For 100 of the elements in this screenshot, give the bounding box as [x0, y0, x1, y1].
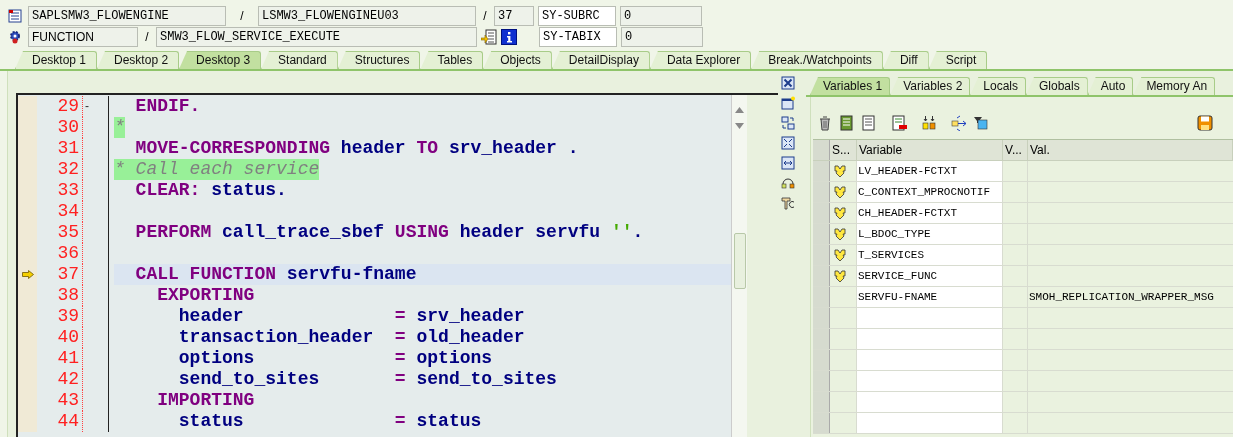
arrow-flag-icon: [834, 185, 846, 199]
line-number: 32: [37, 159, 83, 180]
line-number: 40: [37, 327, 83, 348]
arrow-flag-icon: [834, 164, 846, 178]
tab[interactable]: Desktop 2: [97, 51, 180, 69]
share-arrows-icon[interactable]: [951, 115, 967, 131]
tab[interactable]: Desktop 1: [15, 51, 98, 69]
tab[interactable]: Script: [928, 51, 988, 69]
line-number: 43: [37, 390, 83, 411]
tab[interactable]: Variables 2: [890, 77, 971, 95]
tab[interactable]: Tables: [420, 51, 484, 69]
program-icon[interactable]: [8, 9, 22, 23]
line-number: 41: [37, 348, 83, 369]
tab[interactable]: DetailDisplay: [551, 51, 650, 69]
tab[interactable]: Memory An: [1133, 77, 1216, 95]
tab[interactable]: Desktop 3: [179, 51, 262, 69]
table-cell: T_SERVICES: [857, 245, 1003, 265]
code-token: status.: [210, 180, 287, 201]
line-number: 44: [37, 411, 83, 432]
gear-icon[interactable]: [8, 30, 22, 44]
columns-icon[interactable]: [921, 115, 937, 131]
column-header[interactable]: V...: [1003, 140, 1028, 160]
table-cell: C_CONTEXT_MPROCNOTIF: [857, 182, 1003, 202]
info-icon[interactable]: [501, 29, 517, 45]
tab[interactable]: Standard: [261, 51, 338, 69]
line-number: 38: [37, 285, 83, 306]
code-token: ENDIF.: [134, 96, 201, 117]
code-token: status: [415, 411, 482, 432]
tab[interactable]: Auto: [1087, 77, 1134, 95]
column-header[interactable]: S...: [830, 140, 857, 160]
line-number: 36: [37, 243, 83, 264]
tab[interactable]: Break./Watchpoints: [751, 51, 883, 69]
tab[interactable]: Locals: [970, 77, 1026, 95]
list-icon[interactable]: [861, 115, 877, 131]
list-remove-icon[interactable]: [891, 115, 907, 131]
line-number: 39: [37, 306, 83, 327]
program-field: SAPLSMW3_FLOWENGINE: [28, 6, 226, 26]
code-token: header: [339, 138, 407, 159]
code-token: =: [394, 411, 406, 432]
code-token: .: [632, 222, 644, 243]
tab[interactable]: Data Explorer: [649, 51, 752, 69]
list-arrow-icon[interactable]: [481, 29, 497, 45]
code-token: send_to_sites: [177, 369, 321, 390]
event-type-field: FUNCTION: [28, 27, 138, 47]
line-number: 29: [37, 96, 83, 117]
arrow-flag-icon: [834, 227, 846, 241]
headset-icon[interactable]: [781, 176, 795, 190]
code-token: EXPORTING: [156, 285, 255, 306]
code-token: USING: [394, 222, 449, 243]
scrollbar[interactable]: [731, 95, 747, 437]
save-icon[interactable]: [1197, 115, 1213, 131]
scroll-down-icon[interactable]: [735, 123, 744, 129]
code-token: PERFORM: [134, 222, 212, 243]
column-header[interactable]: Val.: [1028, 140, 1233, 160]
fit-width-icon[interactable]: [781, 156, 795, 170]
separator-text: /: [239, 8, 245, 25]
arrow-flag-icon: [834, 206, 846, 220]
event-field: SMW3_FLOW_SERVICE_EXECUTE: [156, 27, 477, 47]
system-field-value: 0: [621, 27, 703, 47]
code-token: =: [394, 348, 406, 369]
line-number: 31: [37, 138, 83, 159]
list-icon[interactable]: [839, 115, 855, 131]
code-token: IMPORTING: [156, 390, 255, 411]
code-comment: *: [114, 117, 125, 138]
code-token: CALL FUNCTION: [134, 264, 277, 285]
code-token: =: [394, 369, 406, 390]
line-number: 33: [37, 180, 83, 201]
swap-windows-icon[interactable]: [781, 116, 795, 130]
separator-text: /: [144, 29, 150, 46]
code-token: header servfu: [458, 222, 602, 243]
separator-text: /: [482, 8, 488, 25]
close-icon[interactable]: [781, 76, 795, 90]
scroll-up-icon[interactable]: [735, 107, 744, 113]
tool-icon[interactable]: [781, 196, 795, 210]
system-field-name: SY-TABIX: [539, 27, 617, 47]
code-token: options: [415, 348, 493, 369]
code-token: MOVE-CORRESPONDING: [134, 138, 331, 159]
trash-icon[interactable]: [817, 115, 833, 131]
code-token: transaction_header: [177, 327, 375, 348]
scroll-thumb[interactable]: [733, 233, 746, 289]
table-cell: CH_HEADER-FCTXT: [857, 203, 1003, 223]
fold-marker[interactable]: -: [85, 96, 89, 117]
code-token: call_trace_sbef: [221, 222, 386, 243]
column-header[interactable]: Variable: [857, 140, 1003, 160]
tab[interactable]: Globals: [1026, 77, 1088, 95]
tab[interactable]: Diff: [882, 51, 929, 69]
table-cell: SERVFU-FNAME: [857, 287, 1003, 307]
system-field-name: SY-SUBRC: [538, 6, 616, 26]
filter-icon[interactable]: [973, 115, 989, 131]
tab[interactable]: Objects: [483, 51, 552, 69]
new-window-icon[interactable]: [781, 96, 795, 110]
tab[interactable]: Variables 1: [810, 77, 891, 95]
maximize-icon[interactable]: [781, 136, 795, 150]
code-token: send_to_sites: [415, 369, 557, 390]
system-field-value: 0: [620, 6, 702, 26]
line-number: 35: [37, 222, 83, 243]
code-token: old_header: [415, 327, 525, 348]
code-token: srv_header .: [447, 138, 579, 159]
tab[interactable]: Structures: [337, 51, 421, 69]
arrow-flag-icon: [834, 248, 846, 262]
